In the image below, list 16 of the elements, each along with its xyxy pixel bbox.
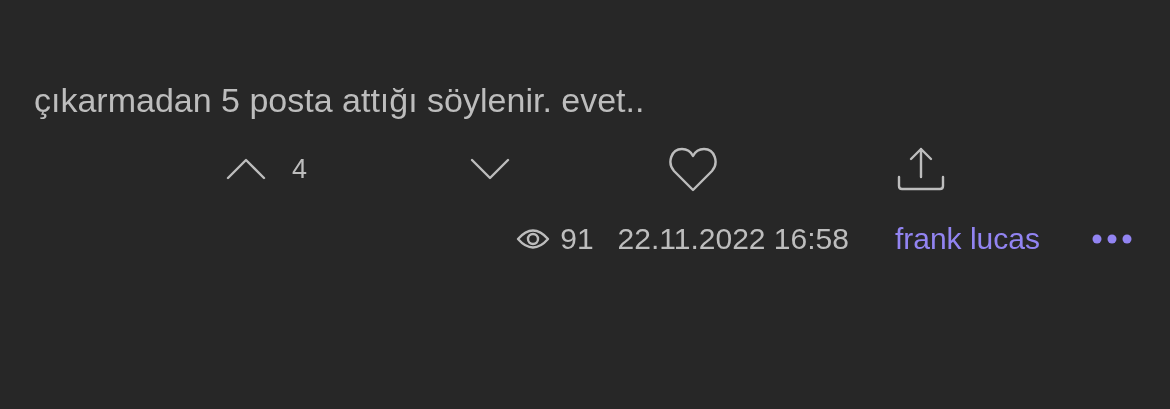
post-date: 22.11.2022 16:58 (617, 222, 849, 256)
upvote-count: 4 (292, 153, 308, 185)
eye-icon (516, 228, 551, 250)
downvote-button[interactable] (470, 158, 510, 180)
post-text: çıkarmadan 5 posta attığı söylenir. evet.. (33, 80, 646, 121)
chevron-down-icon (470, 158, 510, 180)
upvote-button[interactable] (226, 158, 266, 180)
view-count: 91 (560, 222, 594, 256)
share-button[interactable] (896, 147, 946, 191)
heart-icon (668, 146, 718, 192)
share-icon (896, 147, 946, 191)
author-link[interactable]: frank lucas (894, 222, 1040, 256)
chevron-up-icon (226, 158, 266, 180)
more-icon (1092, 234, 1132, 244)
more-button[interactable] (1092, 234, 1132, 244)
favorite-button[interactable] (668, 146, 718, 192)
